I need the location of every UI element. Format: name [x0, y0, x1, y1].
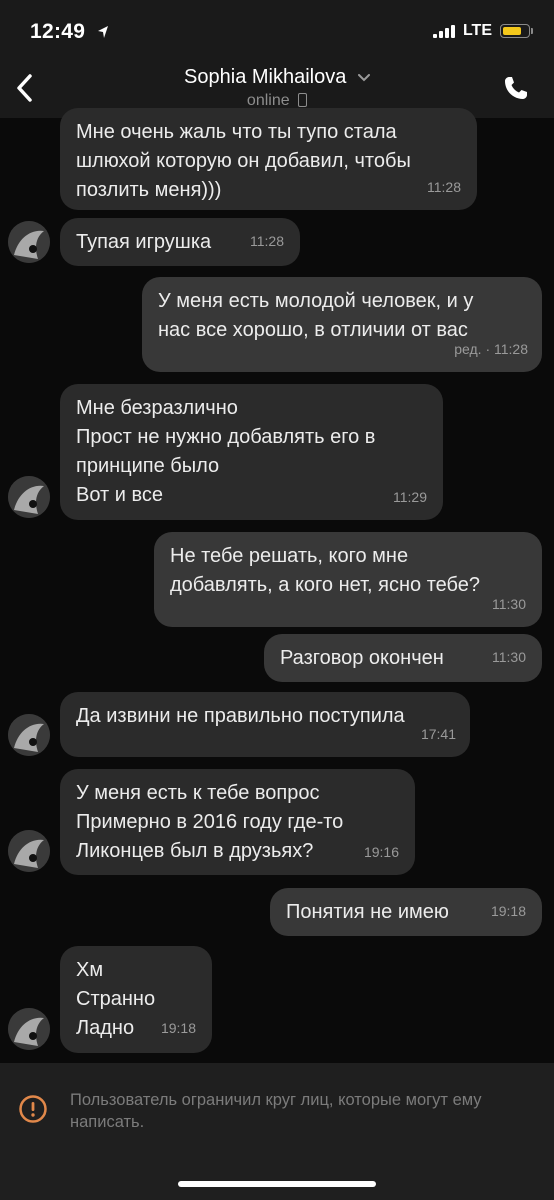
message-bubble[interactable]: Мне безразлично Прост не нужно добавлять… [60, 384, 443, 520]
battery-level [503, 27, 521, 35]
message-bubble[interactable]: Разговор окончен 11:30 [264, 634, 542, 682]
location-arrow-icon [98, 26, 109, 39]
avatar[interactable] [8, 1008, 50, 1050]
message-bubble[interactable]: Да извини не правильно поступила 17:41 [60, 692, 470, 757]
chevron-down-icon [357, 73, 370, 82]
message-time: 19:16 [363, 844, 399, 860]
message-time: 11:29 [393, 489, 427, 505]
message-time: 11:28 [250, 233, 284, 249]
message-text: У меня есть к тебе вопрос Примерно в 201… [76, 782, 344, 862]
message-time: 11:28 [427, 179, 461, 195]
mobile-device-icon [298, 93, 308, 107]
message-text: Да извини не правильно поступила [76, 705, 405, 727]
message-bubble[interactable]: Не тебе решать, кого мне добавлять, а ко… [154, 532, 542, 627]
contact-name[interactable]: Sophia Mikhailova [0, 66, 554, 89]
status-time: 12:49 [30, 20, 109, 44]
home-indicator[interactable] [178, 1181, 376, 1187]
message-time: 11:30 [492, 596, 526, 612]
message-bubble[interactable]: Понятия не имею 19:18 [270, 888, 542, 936]
message-text: Мне очень жаль что ты тупо стала шлюхой … [76, 121, 411, 201]
message-time: 19:18 [490, 903, 526, 919]
message-text: Мне безразлично Прост не нужно добавлять… [76, 397, 376, 506]
contact-header[interactable]: Sophia Mikhailova online [0, 66, 554, 110]
message-time: 17:41 [420, 726, 456, 742]
status-indicators: LTE [432, 22, 533, 40]
message-text: Разговор окончен [280, 647, 444, 669]
phone-icon[interactable] [502, 74, 530, 102]
contact-name-label: Sophia Mikhailova [184, 66, 347, 88]
status-time-label: 12:49 [30, 20, 86, 43]
message-bubble[interactable]: У меня есть молодой человек, и у нас все… [142, 277, 542, 372]
network-label: LTE [462, 22, 492, 39]
message-bubble[interactable]: Мне очень жаль что ты тупо стала шлюхой … [60, 108, 477, 210]
restriction-notice-text: Пользователь ограничил круг лиц, которые… [70, 1091, 482, 1131]
avatar[interactable] [8, 476, 50, 518]
message-time: 19:18 [160, 1020, 196, 1036]
battery-icon [500, 24, 533, 38]
avatar[interactable] [8, 221, 50, 263]
message-bubble[interactable]: Хм Странно Ладно 19:18 [60, 946, 212, 1053]
signal-icon [432, 24, 455, 38]
avatar[interactable] [8, 830, 50, 872]
contact-status-label: online [246, 92, 290, 109]
message-time: ред. · 11:28 [454, 341, 528, 357]
message-bubble[interactable]: У меня есть к тебе вопрос Примерно в 201… [60, 769, 415, 875]
warning-icon [19, 1095, 47, 1123]
message-text: Не тебе решать, кого мне добавлять, а ко… [170, 545, 481, 596]
message-time: 11:30 [492, 649, 526, 665]
avatar[interactable] [8, 714, 50, 756]
top-bar: 12:49 LTE Sophia Mikhailova online [0, 0, 554, 118]
restriction-notice: Пользователь ограничил круг лиц, которые… [0, 1063, 554, 1200]
message-bubble[interactable]: Тупая игрушка 11:28 [60, 218, 300, 266]
